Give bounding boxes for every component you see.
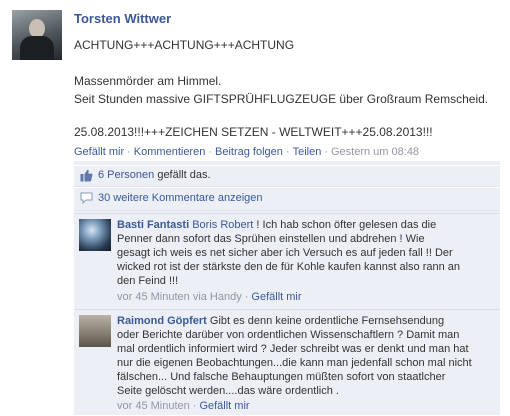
comment-text-line: Penner dann sofort das Sprühen einstelle… <box>117 233 425 245</box>
share-link[interactable]: Teilen <box>293 146 322 158</box>
likes-summary: 6 Personen gefällt das. <box>98 169 211 181</box>
post-actions-bar: Gefällt mir · Kommentieren · Beitrag folgen ·… <box>74 146 419 158</box>
comment-link[interactable]: Kommentieren <box>134 146 206 158</box>
likers-link[interactable]: 6 Personen <box>98 169 154 181</box>
comment-item: Raimond Göpfert Gibt es denn keine orden… <box>74 309 500 416</box>
commenter-name[interactable]: Raimond Göpfert <box>117 315 207 327</box>
comment-bubble-icon <box>80 192 93 204</box>
feedback-panel: 6 Personen gefällt das. 30 weitere Komme… <box>74 161 500 415</box>
comment-text-line: fälschen... Und falsche Behauptungen müß… <box>117 371 446 383</box>
more-comments-row[interactable]: 30 weitere Kommentare anzeigen <box>74 187 500 211</box>
comment-meta: vor 45 Minuten via Handy · Gefällt mir <box>117 291 302 303</box>
separator: · <box>244 291 249 303</box>
post-author-name[interactable]: Torsten Wittwer <box>74 11 171 26</box>
separator: · <box>324 146 328 158</box>
comment-text-line: Seite gelöscht werden....das wäre ordent… <box>117 385 339 397</box>
comment-text-line: wicked rot ist der stärkste den de für K… <box>117 261 461 273</box>
comment-text-line: mal ordentlich informiert wird ? Jeder s… <box>117 343 469 355</box>
comment-text-line: gesagt ich weis es net sicher aber ich V… <box>117 247 453 259</box>
commenter-avatar[interactable] <box>79 315 111 347</box>
like-link[interactable]: Gefällt mir <box>74 146 124 158</box>
separator: · <box>192 400 197 412</box>
mentioned-user-link[interactable]: Boris Robert <box>192 219 253 231</box>
follow-post-link[interactable]: Beitrag folgen <box>215 146 283 158</box>
view-more-comments-link[interactable]: 30 weitere Kommentare anzeigen <box>98 192 262 204</box>
separator: · <box>127 146 131 158</box>
post-text-line-1: ACHTUNG+++ACHTUNG+++ACHTUNG <box>74 38 295 52</box>
commenter-avatar[interactable] <box>79 219 111 251</box>
commenter-name[interactable]: Basti Fantasti <box>117 219 189 231</box>
separator: · <box>208 146 213 158</box>
comment-text: Gibt es denn keine ordentliche Fernsehse… <box>206 315 445 327</box>
comment-text-line: nur die eigenen Beobachtungen...die kann… <box>117 357 472 369</box>
likes-suffix: gefällt das. <box>154 169 211 181</box>
likes-summary-row: 6 Personen gefällt das. <box>74 165 500 187</box>
comment-text-line: den Feind !!! <box>117 275 179 287</box>
comment-text: ! Ich hab schon öfter gelesen das die <box>253 219 437 231</box>
post-timestamp[interactable]: Gestern um 08:48 <box>331 146 419 158</box>
comment-timestamp[interactable]: vor 45 Minuten <box>117 400 190 412</box>
post-text-line-4: 25.08.2013!!!+++ZEICHEN SETZEN - WELTWEI… <box>74 125 433 139</box>
comment-meta: vor 45 Minuten · Gefällt mir <box>117 400 250 412</box>
comment-text-line: oder Berichte darüber von ordentlichen W… <box>117 329 460 341</box>
avatar-body-shape <box>20 36 54 60</box>
comment-timestamp[interactable]: vor 45 Minuten via Handy <box>117 291 242 303</box>
comment-like-link[interactable]: Gefällt mir <box>251 291 301 303</box>
author-avatar[interactable] <box>12 10 62 60</box>
separator: · <box>285 146 290 158</box>
comment-item: Basti Fantasti Boris Robert ! Ich hab sc… <box>74 213 500 310</box>
thumbs-up-icon <box>80 169 93 182</box>
comment-like-link[interactable]: Gefällt mir <box>199 400 249 412</box>
post-text-line-2: Massenmörder am Himmel. <box>74 74 222 88</box>
post-text-line-3: Seit Stunden massive GIFTSPRÜHFLUGZEUGE … <box>74 92 489 106</box>
comment-text-line: Raimond Göpfert Gibt es denn keine orden… <box>117 315 444 327</box>
comment-text-line: Basti Fantasti Boris Robert ! Ich hab sc… <box>117 219 436 231</box>
